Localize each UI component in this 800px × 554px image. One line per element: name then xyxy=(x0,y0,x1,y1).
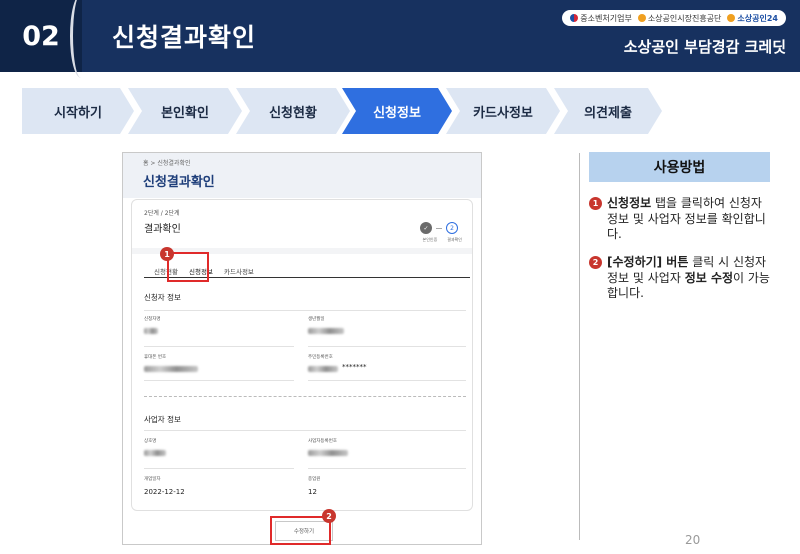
chapter-divider xyxy=(70,0,92,78)
step-label: 신청현황 xyxy=(269,105,317,121)
employees-value: 12 xyxy=(308,488,317,496)
step-card-info[interactable]: 카드사정보 xyxy=(446,88,560,134)
taegeuk-icon xyxy=(570,14,579,22)
divider xyxy=(308,380,466,381)
business-section-title: 사업자 정보 xyxy=(144,415,181,424)
page-title: 신청결과확인 xyxy=(112,23,257,52)
step-identity[interactable]: 본인확인 xyxy=(128,88,242,134)
instruction-text: 신청정보 탭을 클릭하여 신청자 정보 및 사업자 정보를 확인합니다. xyxy=(607,196,775,243)
instruction-emphasis: 정보 수정 xyxy=(684,270,734,285)
ministry-logo-text: 중소벤처기업부 xyxy=(580,13,632,23)
divider xyxy=(144,380,294,381)
step-label: 의견제출 xyxy=(584,105,632,121)
step-status[interactable]: 신청현황 xyxy=(236,88,350,134)
progress-line xyxy=(436,227,442,229)
portal-logo-text: 소상공인24 xyxy=(737,13,778,23)
employees-label: 종업원 xyxy=(308,477,321,482)
step-opinion[interactable]: 의견제출 xyxy=(554,88,662,134)
tab-card-info[interactable]: 카드사정보 xyxy=(224,266,254,276)
portal-logo: 소상공인24 xyxy=(727,13,778,24)
step-start[interactable]: 시작하기 xyxy=(22,88,134,134)
divider xyxy=(308,468,466,469)
divider xyxy=(144,468,294,469)
instruction-1: 1 신청정보 탭을 클릭하여 신청자 정보 및 사업자 정보를 확인합니다. xyxy=(589,196,774,244)
current-step-icon: 2 xyxy=(446,222,458,234)
progress-label: 결과확인 xyxy=(447,237,462,242)
ministry-logo: 중소벤처기업부 xyxy=(570,13,632,24)
open-date-label: 개업일자 xyxy=(144,477,161,482)
card-heading: 결과확인 xyxy=(144,224,181,235)
applicant-name-value xyxy=(144,328,158,334)
progress-labels: 본인인증 결과확인 xyxy=(423,237,462,243)
company-name-value xyxy=(144,450,166,456)
step-label: 카드사정보 xyxy=(473,105,533,121)
instruction-emphasis: [수정하기] 버튼 xyxy=(607,255,689,269)
portal-icon xyxy=(727,14,736,22)
step-count: 2단계 / 2단계 xyxy=(144,210,180,217)
rrn-front-value xyxy=(308,366,338,372)
howto-title: 사용방법 xyxy=(589,152,770,182)
rrn-label: 주민등록번호 xyxy=(308,355,333,360)
brn-label: 사업자등록번호 xyxy=(308,439,337,444)
instruction-emphasis: 신청정보 xyxy=(607,196,652,210)
screenshot-panel: 홈 > 신청결과확인 신청결과확인 2단계 / 2단계 결과확인 ✓ 2 본인인… xyxy=(122,152,482,545)
open-date-value: 2022-12-12 xyxy=(144,488,185,496)
panel-divider xyxy=(579,153,580,540)
logo-row: 중소벤처기업부 소상공인시장진흥공단 소상공인24 xyxy=(562,10,786,26)
step-label: 시작하기 xyxy=(54,105,102,121)
chapter-number: 02 xyxy=(22,20,60,52)
birth-date-value xyxy=(308,328,344,334)
mock-title-area: 홈 > 신청결과확인 신청결과확인 xyxy=(123,153,481,198)
marker-2: 2 xyxy=(322,509,336,523)
divider xyxy=(144,346,294,347)
birth-date-label: 생년월일 xyxy=(308,317,325,322)
phone-value xyxy=(144,366,198,372)
progress-indicator: ✓ 2 xyxy=(420,222,458,234)
check-icon: ✓ xyxy=(420,222,432,234)
company-name-label: 상호명 xyxy=(144,439,157,444)
progress-label: 본인인증 xyxy=(422,237,438,242)
instruction-number: 2 xyxy=(589,256,602,269)
agency-logo: 소상공인시장진흥공단 xyxy=(637,13,722,24)
rrn-masked-value: ******* xyxy=(342,363,367,371)
result-card: 2단계 / 2단계 결과확인 ✓ 2 본인인증 결과확인 신청현황 신청정보 카… xyxy=(131,199,473,511)
step-label: 본인확인 xyxy=(161,105,209,121)
program-name: 소상공인 부담경감 크레딧 xyxy=(623,38,786,56)
breadcrumb[interactable]: 홈 > 신청결과확인 xyxy=(143,158,190,167)
divider xyxy=(308,346,466,347)
step-application-info[interactable]: 신청정보 xyxy=(342,88,452,134)
divider xyxy=(144,310,466,311)
page-number: 20 xyxy=(685,533,701,547)
instruction-number: 1 xyxy=(589,197,602,210)
edit-button-highlight xyxy=(270,516,331,545)
instruction-text: [수정하기] 버튼 클릭 시 신청자 정보 및 사업자 정보 수정이 가능합니다… xyxy=(607,255,775,302)
step-label: 신청정보 xyxy=(373,105,421,121)
mock-page-title: 신청결과확인 xyxy=(143,175,215,190)
brn-value xyxy=(308,450,348,456)
marker-1: 1 xyxy=(160,247,174,261)
applicant-section-title: 신청자 정보 xyxy=(144,293,181,302)
agency-icon xyxy=(637,14,646,22)
divider xyxy=(144,430,466,431)
phone-label: 휴대폰 번호 xyxy=(144,355,167,360)
agency-logo-text: 소상공인시장진흥공단 xyxy=(647,13,722,23)
applicant-name-label: 신청자명 xyxy=(144,317,161,322)
instruction-2: 2 [수정하기] 버튼 클릭 시 신청자 정보 및 사업자 정보 수정이 가능합… xyxy=(589,255,774,303)
section-divider xyxy=(144,396,466,397)
header-bar: 02 신청결과확인 중소벤처기업부 소상공인시장진흥공단 소상공인24 소상공인… xyxy=(0,0,800,78)
